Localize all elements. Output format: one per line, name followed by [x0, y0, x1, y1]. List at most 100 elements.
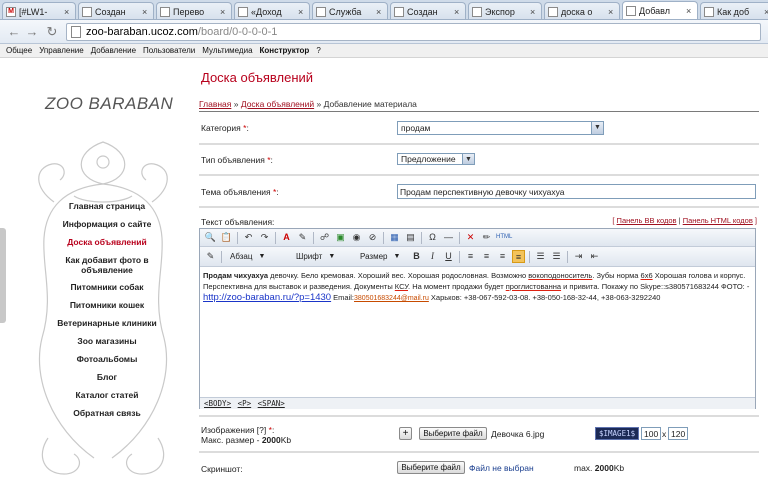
menu-item[interactable]: Блог — [48, 372, 166, 382]
ordered-list-icon[interactable]: ☰ — [534, 250, 547, 263]
align-right-icon[interactable]: ≡ — [496, 250, 509, 263]
admin-menu-item[interactable]: Добавление — [91, 46, 136, 55]
admin-menu-item[interactable]: Общее — [6, 46, 32, 55]
add-image-button[interactable]: + — [399, 427, 412, 440]
align-left-icon[interactable]: ≡ — [464, 250, 477, 263]
forward-arrow-icon[interactable]: → — [24, 24, 40, 40]
table-icon[interactable]: ▦ — [388, 231, 401, 244]
html-source-icon[interactable]: HTML — [496, 231, 512, 244]
side-panel-handle[interactable] — [0, 228, 6, 323]
no-symbol-icon[interactable]: ⊘ — [366, 231, 379, 244]
choose-screenshot-button[interactable]: Выберите файл — [397, 461, 465, 474]
highlight-icon[interactable]: ✎ — [296, 231, 309, 244]
menu-item[interactable]: Главная страница — [48, 201, 166, 211]
admin-menu-item[interactable]: Мультимедиа — [202, 46, 252, 55]
menu-item[interactable]: Зоо магазины — [48, 336, 166, 346]
menu-item[interactable]: Питомники собак — [48, 282, 166, 292]
address-bar[interactable]: zoo-baraban.ucoz.com/board/0-0-0-0-1 — [66, 23, 761, 41]
indent-icon[interactable]: ⇥ — [572, 250, 585, 263]
body-link[interactable]: http://zoo-baraban.ru/?p=1430 — [203, 292, 331, 303]
chevron-down-icon: ▼ — [591, 122, 603, 134]
admin-menu-item[interactable]: Пользователи — [143, 46, 195, 55]
menu-item[interactable]: Каталог статей — [48, 390, 166, 400]
italic-icon[interactable]: I — [426, 250, 439, 263]
category-select[interactable]: продам ▼ — [397, 121, 604, 135]
subject-input[interactable]: Продам перспективную девочку чихуахуа — [397, 184, 756, 199]
underline-icon[interactable]: U — [442, 250, 455, 263]
page-icon — [316, 6, 326, 17]
align-justify-icon[interactable]: ≡ — [512, 250, 525, 263]
outdent-icon[interactable]: ⇤ — [588, 250, 601, 263]
browser-tab[interactable]: Как доб × — [700, 2, 768, 19]
close-icon[interactable]: × — [454, 7, 462, 17]
special-char-icon[interactable]: Ω — [426, 231, 439, 244]
image-icon[interactable]: ▣ — [334, 231, 347, 244]
site-logo[interactable]: ZOO BARABAN — [45, 94, 173, 114]
browser-tab[interactable]: Экспор × — [468, 2, 542, 19]
close-icon[interactable]: × — [686, 6, 694, 16]
paragraph-dropdown[interactable]: Абзац ▼ — [226, 250, 286, 264]
path-span[interactable]: <SPAN> — [258, 399, 285, 408]
image-width-input[interactable]: 100 — [641, 427, 661, 440]
path-p[interactable]: <P> — [238, 399, 252, 408]
align-center-icon[interactable]: ≡ — [480, 250, 493, 263]
breadcrumb-home[interactable]: Главная — [199, 99, 231, 109]
menu-item[interactable]: Информация о сайте — [48, 219, 166, 229]
close-icon[interactable]: × — [64, 7, 72, 17]
link-icon[interactable]: ☍ — [318, 231, 331, 244]
image-height-input[interactable]: 120 — [668, 427, 688, 440]
choose-image-button[interactable]: Выберите файл — [419, 427, 487, 440]
browser-tab[interactable]: доска о × — [544, 2, 620, 19]
editor-content[interactable]: Продам чихуахуа девочку. Бело кремовая. … — [203, 270, 753, 304]
text-editor: 🔍 📋 ↶ ↷ A ✎ ☍ ▣ ◉ ⊘ ▦ ▤ Ω — ✕ ✏ HTML ✎ А… — [199, 228, 756, 409]
bullet-list-icon[interactable]: ☰ — [550, 250, 563, 263]
undo-icon[interactable]: ↶ — [242, 231, 255, 244]
remove-format-icon[interactable]: ✕ — [464, 231, 477, 244]
browser-tab[interactable]: M [#LW1- × — [2, 2, 76, 19]
text-color-icon[interactable]: A — [280, 231, 293, 244]
menu-item[interactable]: Обратная связь — [48, 408, 166, 418]
menu-item[interactable]: Как добавит фото в объявление — [48, 255, 166, 275]
admin-menu-item[interactable]: Конструктор — [260, 46, 310, 55]
browser-tab[interactable]: Служба × — [312, 2, 388, 19]
clean-icon[interactable]: ✏ — [480, 231, 493, 244]
path-body[interactable]: <BODY> — [204, 399, 231, 408]
font-dropdown[interactable]: Шрифт ▼ — [292, 250, 350, 264]
size-dropdown[interactable]: Размер ▼ — [356, 250, 404, 264]
find-icon[interactable]: 🔍 — [204, 231, 217, 244]
close-icon[interactable]: × — [376, 7, 384, 17]
horizontal-rule-icon[interactable]: — — [442, 231, 455, 244]
breadcrumb-section[interactable]: Доска объявлений — [241, 99, 314, 109]
help-link[interactable]: [?] — [257, 425, 266, 435]
menu-item[interactable]: Фотоальбомы — [48, 354, 166, 364]
media-icon[interactable]: ◉ — [350, 231, 363, 244]
panel-html-link[interactable]: Панель HTML кодов — [683, 216, 753, 225]
panel-bb-link[interactable]: Панель BB кодов — [617, 216, 677, 225]
close-icon[interactable]: × — [142, 7, 150, 17]
browser-tab[interactable]: Создан × — [390, 2, 466, 19]
menu-item[interactable]: Доска объявлений — [48, 237, 166, 247]
brush-icon[interactable]: ✎ — [204, 250, 217, 263]
admin-menu-item[interactable]: Управление — [39, 46, 83, 55]
admin-menu-item[interactable]: ? — [316, 46, 320, 55]
template-icon[interactable]: ▤ — [404, 231, 417, 244]
redo-icon[interactable]: ↷ — [258, 231, 271, 244]
bold-icon[interactable]: B — [410, 250, 423, 263]
reload-icon[interactable]: ↻ — [44, 24, 60, 40]
browser-tab[interactable]: Добавл × — [622, 1, 698, 19]
browser-tab[interactable]: Перево × — [156, 2, 232, 19]
close-icon[interactable]: × — [764, 7, 768, 17]
browser-tab[interactable]: Создан × — [78, 2, 154, 19]
image-tag-badge[interactable]: $IMAGE1$ — [595, 427, 640, 440]
paste-icon[interactable]: 📋 — [220, 231, 233, 244]
back-arrow-icon[interactable]: ← — [6, 24, 22, 40]
browser-tab[interactable]: «Доход × — [234, 2, 310, 19]
menu-item[interactable]: Питомники кошек — [48, 300, 166, 310]
close-icon[interactable]: × — [220, 7, 228, 17]
close-icon[interactable]: × — [298, 7, 306, 17]
menu-item[interactable]: Ветеринарные клиники — [48, 318, 166, 328]
close-icon[interactable]: × — [608, 7, 616, 17]
body-email-link[interactable]: 380501683244@mail.ru — [354, 295, 429, 302]
close-icon[interactable]: × — [530, 7, 538, 17]
type-select[interactable]: Предложение ▼ — [397, 153, 475, 165]
